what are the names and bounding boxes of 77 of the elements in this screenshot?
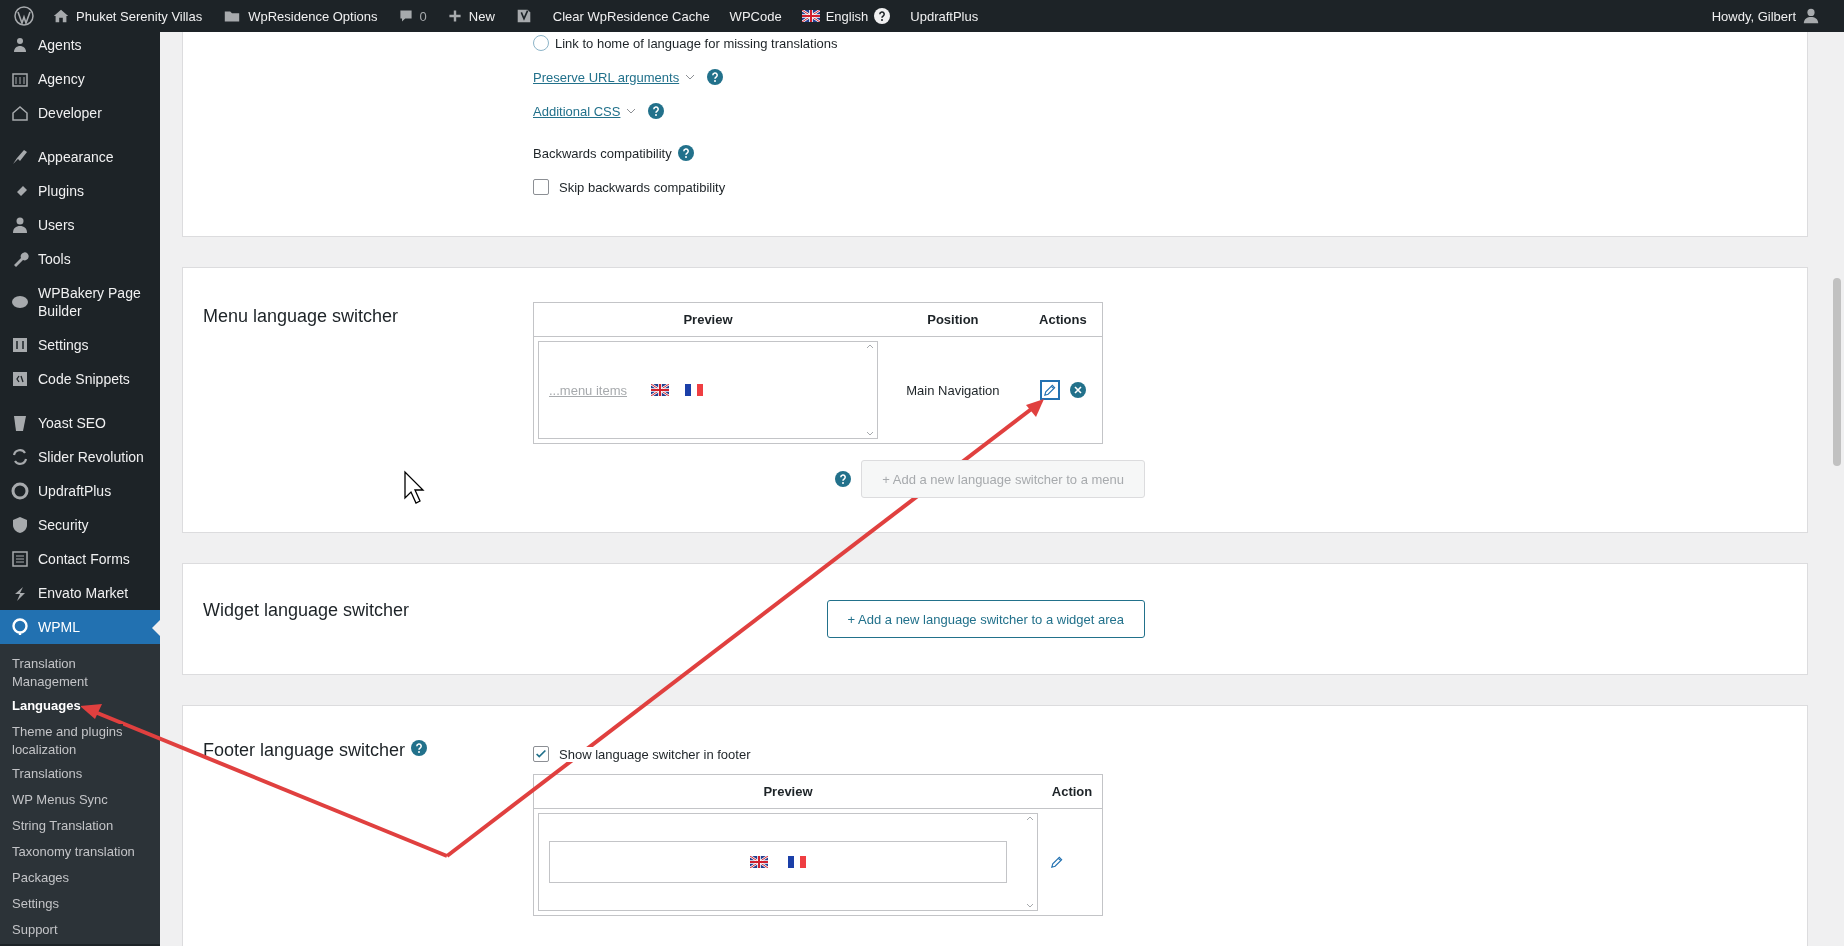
section-title: Menu language switcher — [203, 306, 399, 327]
add-switcher-button[interactable]: + Add a new language switcher to a widget area — [826, 600, 1145, 638]
submenu-item[interactable]: Taxonomy translation — [0, 840, 160, 866]
home-icon — [52, 7, 70, 25]
chevron-down-icon[interactable] — [626, 108, 637, 114]
help-icon[interactable] — [648, 103, 665, 119]
submenu-item[interactable]: Packages — [0, 866, 160, 892]
toolbar-item[interactable]: Phuket Serenity Villas — [42, 0, 213, 32]
sidebar-item[interactable]: WPML — [0, 610, 160, 644]
toolbar-item[interactable]: WPCode — [719, 0, 792, 32]
chevron-down-icon[interactable] — [685, 74, 696, 80]
help-icon[interactable] — [835, 471, 852, 487]
column-header: Preview — [533, 774, 1042, 809]
submenu-item[interactable]: String Translation — [0, 814, 160, 840]
sidebar-item[interactable]: Code Snippets — [0, 362, 160, 396]
sidebar-item[interactable]: Yoast SEO — [0, 406, 160, 440]
help-icon — [874, 8, 891, 24]
sidebar-item[interactable]: WPBakery Page Builder — [0, 276, 160, 328]
sidebar-item[interactable]: Agency — [0, 62, 160, 96]
check-icon — [534, 747, 548, 761]
column-header: Position — [882, 302, 1024, 337]
option-label: Show language switcher in footer — [559, 746, 751, 762]
wordpress-logo-icon[interactable] — [14, 6, 34, 26]
sidebar-item[interactable]: Tools — [0, 242, 160, 276]
sidebar-item[interactable]: Agents — [0, 32, 160, 62]
flag-icon — [651, 384, 670, 396]
submenu-item[interactable]: Settings — [0, 892, 160, 918]
toolbar-item[interactable]: New — [436, 0, 505, 32]
toolbar-item[interactable]: 0 — [387, 0, 437, 32]
submenu-item[interactable]: WP Menus Sync — [0, 788, 160, 814]
help-icon[interactable] — [411, 740, 428, 756]
cursor-icon — [404, 470, 425, 504]
submenu-item[interactable]: Support — [0, 918, 160, 944]
flag-icon — [788, 856, 806, 868]
sidebar-item[interactable]: Envato Market — [0, 576, 160, 610]
submenu-item[interactable]: Translation Management — [0, 652, 160, 694]
toolbar-item[interactable]: English — [791, 0, 901, 32]
sidebar-item[interactable]: Security — [0, 508, 160, 542]
checkbox[interactable] — [533, 179, 549, 195]
sidebar-item[interactable]: Plugins — [0, 174, 160, 208]
flag-icon — [801, 10, 820, 22]
option-label: Link to home of language for missing translations — [555, 35, 838, 51]
toolbar-item[interactable]: WpResidence Options — [212, 0, 388, 32]
sidebar-item[interactable]: Developer — [0, 96, 160, 130]
column-header: Preview — [533, 302, 882, 337]
checkbox[interactable] — [533, 746, 549, 762]
table-cell: Main Navigation — [882, 336, 1024, 444]
sidebar-item[interactable]: Appearance — [0, 140, 160, 174]
pencil-icon — [1042, 382, 1058, 398]
toolbar-item[interactable]: UpdraftPlus — [900, 0, 989, 32]
toggle-link[interactable]: Additional CSS — [533, 103, 621, 119]
submenu-item[interactable]: Translations — [0, 762, 160, 788]
pencil-icon — [1048, 854, 1064, 870]
sidebar-item[interactable]: Settings — [0, 328, 160, 362]
sidebar-item[interactable]: Contact Forms — [0, 542, 160, 576]
sidebar-item[interactable]: Slider Revolution — [0, 440, 160, 474]
sidebar-item[interactable]: UpdraftPlus — [0, 474, 160, 508]
option-heading: Backwards compatibility — [533, 145, 672, 161]
comment-icon — [397, 8, 414, 24]
sidebar-item[interactable]: Users — [0, 208, 160, 242]
flag-icon — [685, 384, 704, 396]
help-icon[interactable] — [677, 145, 694, 161]
flag-icon — [750, 856, 768, 868]
option-label: Skip backwards compatibility — [559, 179, 726, 195]
column-header: Actions — [1023, 302, 1103, 337]
account-menu[interactable]: Howdy, Gilbert — [1701, 0, 1830, 32]
plus-icon — [446, 8, 463, 24]
section-title: Widget language switcher — [203, 600, 410, 621]
column-header: Action — [1042, 774, 1103, 809]
toolbar-item[interactable]: Clear WpResidence Cache — [542, 0, 720, 32]
submenu-item[interactable]: Languages — [0, 694, 160, 720]
toggle-link[interactable]: Preserve URL arguments — [533, 69, 680, 85]
help-icon[interactable] — [707, 69, 724, 85]
edit-button[interactable] — [1039, 380, 1060, 400]
delete-icon[interactable] — [1069, 382, 1086, 398]
user-icon — [1802, 7, 1820, 25]
section-title: Footer language switcher — [203, 740, 406, 761]
